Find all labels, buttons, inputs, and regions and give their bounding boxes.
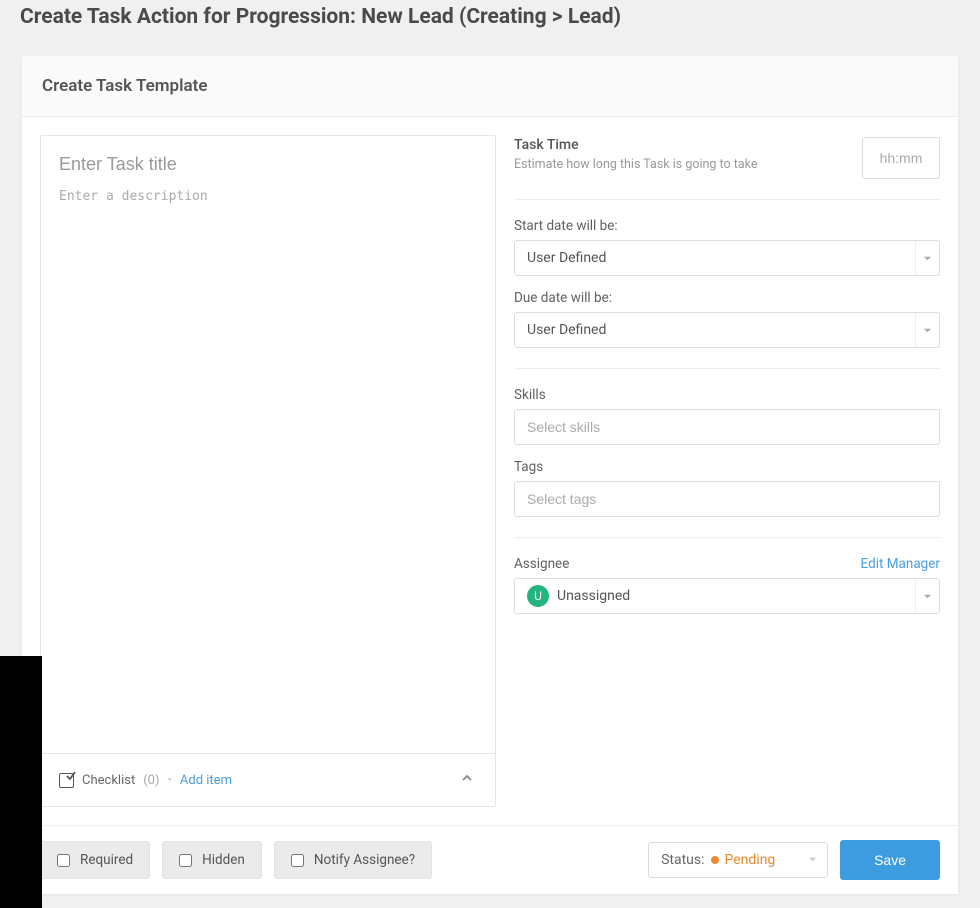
task-description-input[interactable] [41,181,495,753]
checklist-bar: Checklist (0) • Add item [41,753,495,806]
chevron-down-icon [915,579,939,613]
notify-label: Notify Assignee? [314,852,415,868]
task-time-input[interactable] [862,137,940,179]
save-button[interactable]: Save [840,840,940,880]
notify-assignee-toggle[interactable]: Notify Assignee? [274,841,432,879]
avatar: U [527,585,549,607]
tags-label: Tags [514,459,940,475]
hidden-label: Hidden [202,852,245,868]
status-select[interactable]: Status: Pending [648,842,828,878]
due-date-select[interactable]: User Defined [514,312,940,348]
skills-label: Skills [514,387,940,403]
chevron-down-icon [915,313,939,347]
separator-dot: • [168,773,172,788]
status-label: Status: [661,852,704,868]
status-dot-icon [711,856,719,864]
status-value: Pending [725,852,803,868]
task-editor-pane: Checklist (0) • Add item [40,135,496,807]
notify-checkbox[interactable] [291,854,304,867]
checklist-count: (0) [143,773,159,788]
section-title: Create Task Template [42,76,938,96]
start-date-value: User Defined [515,250,915,266]
divider [514,537,940,538]
chevron-down-icon [808,852,817,868]
task-time-label: Task Time [514,137,757,153]
assignee-value: Unassigned [557,588,630,604]
task-title-input[interactable] [41,136,495,181]
skills-input[interactable] [514,409,940,445]
create-task-panel: Create Task Template Checklist (0) • Add… [22,56,958,894]
due-date-label: Due date will be: [514,290,940,306]
checklist-label: Checklist [82,773,135,788]
checklist-icon [59,773,74,788]
start-date-select[interactable]: User Defined [514,240,940,276]
required-toggle[interactable]: Required [40,841,150,879]
hidden-checkbox[interactable] [179,854,192,867]
edit-manager-link[interactable]: Edit Manager [861,556,940,572]
required-checkbox[interactable] [57,854,70,867]
page-title: Create Task Action for Progression: New … [20,5,960,29]
side-panel-sliver [0,656,42,908]
tags-input[interactable] [514,481,940,517]
start-date-label: Start date will be: [514,218,940,234]
chevron-down-icon [915,241,939,275]
assignee-select[interactable]: U Unassigned [514,578,940,614]
hidden-toggle[interactable]: Hidden [162,841,262,879]
required-label: Required [80,852,133,868]
divider [514,368,940,369]
due-date-value: User Defined [515,322,915,338]
task-properties-pane: Task Time Estimate how long this Task is… [496,135,940,807]
chevron-up-icon [461,772,473,784]
collapse-checklist-button[interactable] [457,768,477,792]
assignee-label: Assignee [514,556,569,572]
task-time-hint: Estimate how long this Task is going to … [514,157,757,172]
footer-bar: Required Hidden Notify Assignee? Status:… [22,825,958,894]
add-checklist-item-link[interactable]: Add item [180,773,232,788]
